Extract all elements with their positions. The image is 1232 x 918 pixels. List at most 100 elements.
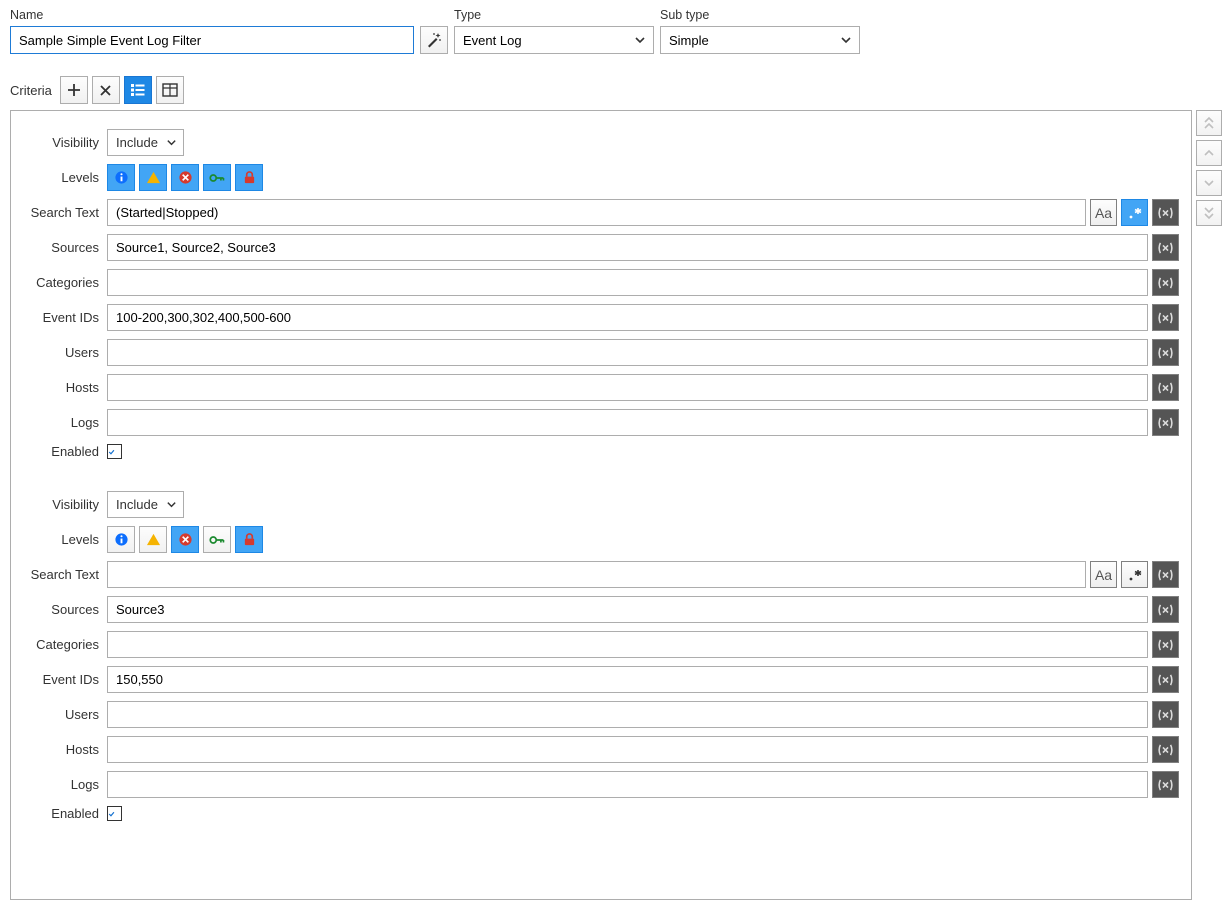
search-text-input[interactable] [107, 199, 1086, 226]
variable-icon [1157, 778, 1174, 792]
chevron-up-icon [1203, 147, 1215, 159]
error-circle-icon [178, 532, 193, 547]
remove-criteria-button[interactable] [92, 76, 120, 104]
case-sensitive-toggle[interactable]: Aa [1090, 561, 1117, 588]
key-icon [209, 534, 226, 546]
add-criteria-button[interactable] [60, 76, 88, 104]
variable-icon [1157, 346, 1174, 360]
sources-input[interactable] [107, 234, 1148, 261]
move-up-button[interactable] [1196, 140, 1222, 166]
categories-input[interactable] [107, 269, 1148, 296]
level-warning-toggle[interactable] [139, 526, 167, 553]
level-error-toggle[interactable] [171, 526, 199, 553]
level-success-toggle[interactable] [203, 164, 231, 191]
move-down-button[interactable] [1196, 170, 1222, 196]
case-sensitive-icon: Aa [1095, 205, 1112, 221]
chevron-down-icon [1203, 177, 1215, 189]
variable-icon [1157, 603, 1174, 617]
hosts-label: Hosts [23, 742, 99, 757]
visibility-select[interactable]: Include [107, 491, 184, 518]
table-view-button[interactable] [156, 76, 184, 104]
variable-picker-button[interactable] [1152, 339, 1179, 366]
variable-picker-button[interactable] [1152, 596, 1179, 623]
regex-toggle[interactable] [1121, 199, 1148, 226]
level-error-toggle[interactable] [171, 164, 199, 191]
warning-triangle-icon [146, 532, 161, 547]
criteria-panel: Visibility Include Levels [10, 110, 1192, 900]
logs-label: Logs [23, 415, 99, 430]
search-text-input[interactable] [107, 561, 1086, 588]
table-view-icon [162, 83, 178, 97]
move-top-button[interactable] [1196, 110, 1222, 136]
close-icon [99, 84, 112, 97]
variable-picker-button[interactable] [1152, 234, 1179, 261]
sources-label: Sources [23, 240, 99, 255]
visibility-select[interactable]: Include [107, 129, 184, 156]
variable-icon [1157, 381, 1174, 395]
sources-input[interactable] [107, 596, 1148, 623]
visibility-label: Visibility [23, 497, 99, 512]
logs-label: Logs [23, 777, 99, 792]
lock-icon [243, 532, 256, 547]
categories-input[interactable] [107, 631, 1148, 658]
categories-label: Categories [23, 637, 99, 652]
type-select[interactable]: Event Log [454, 26, 654, 54]
criteria-label: Criteria [10, 83, 52, 98]
variable-picker-button[interactable] [1152, 374, 1179, 401]
list-view-button[interactable] [124, 76, 152, 104]
variable-picker-button[interactable] [1152, 199, 1179, 226]
name-label: Name [10, 8, 414, 22]
variable-icon [1157, 708, 1174, 722]
variable-picker-button[interactable] [1152, 269, 1179, 296]
enabled-checkbox[interactable] [107, 806, 122, 821]
criteria-group: Visibility Include Levels [23, 129, 1179, 459]
variable-icon [1157, 416, 1174, 430]
variable-picker-button[interactable] [1152, 666, 1179, 693]
level-security-toggle[interactable] [235, 164, 263, 191]
hosts-input[interactable] [107, 374, 1148, 401]
variable-icon [1157, 673, 1174, 687]
criteria-group: Visibility Include Levels [23, 491, 1179, 821]
level-success-toggle[interactable] [203, 526, 231, 553]
variable-picker-button[interactable] [1152, 409, 1179, 436]
level-warning-toggle[interactable] [139, 164, 167, 191]
event-ids-label: Event IDs [23, 310, 99, 325]
case-sensitive-icon: Aa [1095, 567, 1112, 583]
event-ids-input[interactable] [107, 304, 1148, 331]
users-input[interactable] [107, 701, 1148, 728]
level-info-toggle[interactable] [107, 526, 135, 553]
checkmark-icon [108, 446, 115, 458]
list-view-icon [130, 83, 146, 97]
magic-wand-button[interactable] [420, 26, 448, 54]
logs-input[interactable] [107, 409, 1148, 436]
subtype-select[interactable]: Simple [660, 26, 860, 54]
users-input[interactable] [107, 339, 1148, 366]
logs-input[interactable] [107, 771, 1148, 798]
info-icon [114, 532, 129, 547]
case-sensitive-toggle[interactable]: Aa [1090, 199, 1117, 226]
event-ids-label: Event IDs [23, 672, 99, 687]
regex-toggle[interactable] [1121, 561, 1148, 588]
users-label: Users [23, 707, 99, 722]
type-label: Type [454, 8, 654, 22]
categories-label: Categories [23, 275, 99, 290]
visibility-label: Visibility [23, 135, 99, 150]
variable-picker-button[interactable] [1152, 304, 1179, 331]
chevron-down-icon [166, 499, 177, 510]
level-security-toggle[interactable] [235, 526, 263, 553]
level-info-toggle[interactable] [107, 164, 135, 191]
event-ids-input[interactable] [107, 666, 1148, 693]
hosts-input[interactable] [107, 736, 1148, 763]
move-bottom-button[interactable] [1196, 200, 1222, 226]
enabled-checkbox[interactable] [107, 444, 122, 459]
variable-picker-button[interactable] [1152, 561, 1179, 588]
variable-picker-button[interactable] [1152, 736, 1179, 763]
name-input[interactable] [10, 26, 414, 54]
levels-label: Levels [23, 532, 99, 547]
subtype-label: Sub type [660, 8, 860, 22]
variable-picker-button[interactable] [1152, 631, 1179, 658]
enabled-label: Enabled [23, 806, 99, 821]
variable-picker-button[interactable] [1152, 701, 1179, 728]
regex-icon [1127, 567, 1143, 583]
variable-picker-button[interactable] [1152, 771, 1179, 798]
